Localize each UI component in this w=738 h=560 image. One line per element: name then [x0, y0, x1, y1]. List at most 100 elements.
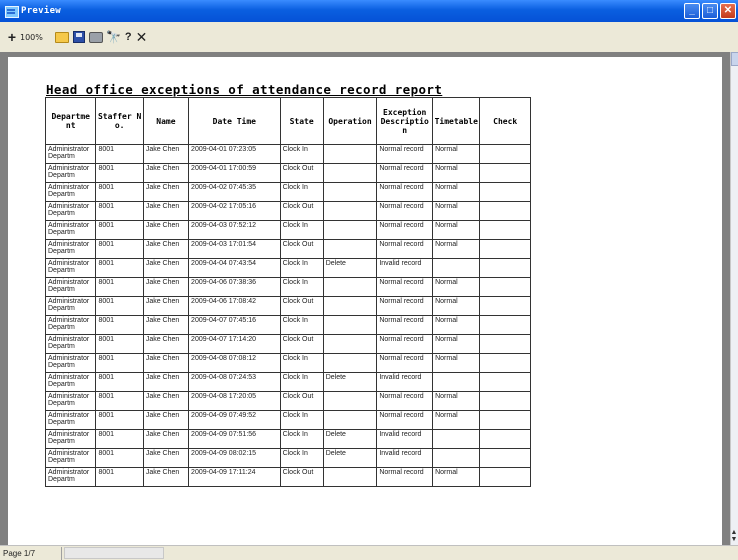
- exception-description-cell: Normal record: [376, 334, 434, 354]
- check-cell: [479, 201, 531, 221]
- title-bar[interactable]: Preview _ □ ✕: [0, 0, 738, 22]
- check-cell: [479, 353, 531, 373]
- exception-description-cell: Normal record: [376, 220, 434, 240]
- table-row: Administrator Departm 8001 Jake Chen 2009-0…: [44, 239, 531, 259]
- staffer-no-cell: 8001: [95, 448, 144, 468]
- scroll-thumb[interactable]: [731, 52, 738, 66]
- staffer-no-cell: 8001: [95, 239, 144, 259]
- state-cell: Clock In: [279, 315, 324, 335]
- zoom-level[interactable]: 100%: [20, 29, 43, 45]
- exception-description-cell: Normal record: [376, 315, 434, 335]
- report-page: Head office exceptions of attendance rec…: [8, 57, 722, 545]
- timetable-cell: [432, 258, 481, 278]
- report-title: Head office exceptions of attendance rec…: [46, 82, 443, 97]
- table-row: Administrator Departm 8001 Jake Chen 2009-0…: [44, 372, 531, 392]
- exception-description-cell: Normal record: [376, 163, 434, 183]
- exception-description-cell: Normal record: [376, 391, 434, 411]
- check-cell: [479, 448, 531, 468]
- find-binoculars-icon[interactable]: 🔭: [106, 30, 121, 44]
- name-cell: Jake Chen: [142, 353, 190, 373]
- date-time-cell: 2009-04-02 07:45:35: [188, 182, 281, 202]
- staffer-no-cell: 8001: [95, 163, 144, 183]
- timetable-cell: Normal: [432, 201, 481, 221]
- date-time-cell: 2009-04-01 07:23:05: [188, 144, 281, 164]
- table-row: Administrator Departm 8001 Jake Chen 2009-0…: [44, 448, 531, 468]
- department-cell: Administrator Departm: [44, 258, 97, 278]
- department-cell: Administrator Departm: [44, 239, 97, 259]
- department-cell: Administrator Departm: [44, 467, 97, 487]
- date-time-cell: 2009-04-03 07:52:12: [188, 220, 281, 240]
- name-cell: Jake Chen: [142, 182, 190, 202]
- timetable-cell: Normal: [432, 410, 481, 430]
- timetable-cell: [432, 429, 481, 449]
- column-header: Timetable: [432, 97, 481, 145]
- exception-description-cell: Normal record: [376, 182, 434, 202]
- window-controls: _ □ ✕: [684, 3, 736, 19]
- timetable-cell: Normal: [432, 391, 481, 411]
- vertical-scrollbar[interactable]: ▲ ▼: [730, 52, 738, 545]
- state-cell: Clock In: [279, 372, 324, 392]
- horizontal-scrollbar[interactable]: [64, 547, 164, 559]
- staffer-no-cell: 8001: [95, 182, 144, 202]
- table-row: Administrator Departm 8001 Jake Chen 2009-0…: [44, 258, 531, 278]
- minimize-button[interactable]: _: [684, 3, 700, 19]
- check-cell: [479, 391, 531, 411]
- state-cell: Clock In: [279, 277, 324, 297]
- column-header: Operation: [322, 97, 378, 145]
- page-nav-arrows[interactable]: ▲ ▼: [730, 529, 738, 543]
- check-cell: [479, 372, 531, 392]
- state-cell: Clock In: [279, 182, 324, 202]
- name-cell: Jake Chen: [142, 296, 190, 316]
- staffer-no-cell: 8001: [95, 410, 144, 430]
- department-cell: Administrator Departm: [44, 182, 97, 202]
- open-folder-icon[interactable]: [54, 31, 69, 43]
- date-time-cell: 2009-04-06 07:38:36: [188, 277, 281, 297]
- state-cell: Clock In: [279, 144, 324, 164]
- name-cell: Jake Chen: [142, 410, 190, 430]
- report-table-body: Administrator Departm 8001 Jake Chen 2009-0…: [44, 144, 531, 487]
- timetable-cell: Normal: [432, 315, 481, 335]
- department-cell: Administrator Departm: [44, 448, 97, 468]
- exception-description-cell: Normal record: [376, 201, 434, 221]
- timetable-cell: Normal: [432, 220, 481, 240]
- operation-cell: Delete: [322, 448, 378, 468]
- operation-cell: Delete: [322, 429, 378, 449]
- preview-app-icon: [4, 4, 19, 18]
- close-preview-icon[interactable]: ✕: [136, 29, 148, 45]
- timetable-cell: Normal: [432, 277, 481, 297]
- operation-cell: [322, 239, 378, 259]
- staffer-no-cell: 8001: [95, 467, 144, 487]
- state-cell: Clock Out: [279, 334, 324, 354]
- maximize-button[interactable]: □: [702, 3, 718, 19]
- column-header: Name: [142, 97, 190, 145]
- save-icon[interactable]: [72, 31, 85, 43]
- table-row: Administrator Departm 8001 Jake Chen 2009-0…: [44, 163, 531, 183]
- staffer-no-cell: 8001: [95, 277, 144, 297]
- column-header: Check: [479, 97, 531, 145]
- help-icon[interactable]: ?: [125, 29, 132, 45]
- department-cell: Administrator Departm: [44, 277, 97, 297]
- table-row: Administrator Departm 8001 Jake Chen 2009-0…: [44, 334, 531, 354]
- operation-cell: [322, 334, 378, 354]
- exception-description-cell: Normal record: [376, 239, 434, 259]
- table-row: Administrator Departm 8001 Jake Chen 2009-0…: [44, 391, 531, 411]
- table-row: Administrator Departm 8001 Jake Chen 2009-0…: [44, 410, 531, 430]
- check-cell: [479, 334, 531, 354]
- print-icon[interactable]: [88, 31, 103, 43]
- close-window-button[interactable]: ✕: [720, 3, 736, 19]
- date-time-cell: 2009-04-08 17:20:05: [188, 391, 281, 411]
- operation-cell: [322, 163, 378, 183]
- timetable-cell: Normal: [432, 467, 481, 487]
- name-cell: Jake Chen: [142, 467, 190, 487]
- date-time-cell: 2009-04-06 17:08:42: [188, 296, 281, 316]
- status-bar-filler: [164, 547, 738, 560]
- check-cell: [479, 410, 531, 430]
- date-time-cell: 2009-04-03 17:01:54: [188, 239, 281, 259]
- state-cell: Clock Out: [279, 239, 324, 259]
- name-cell: Jake Chen: [142, 448, 190, 468]
- zoom-icon[interactable]: +: [6, 29, 18, 45]
- table-row: Administrator Departm 8001 Jake Chen 2009-0…: [44, 467, 531, 487]
- preview-area[interactable]: Head office exceptions of attendance rec…: [0, 52, 730, 545]
- name-cell: Jake Chen: [142, 391, 190, 411]
- exception-description-cell: Normal record: [376, 353, 434, 373]
